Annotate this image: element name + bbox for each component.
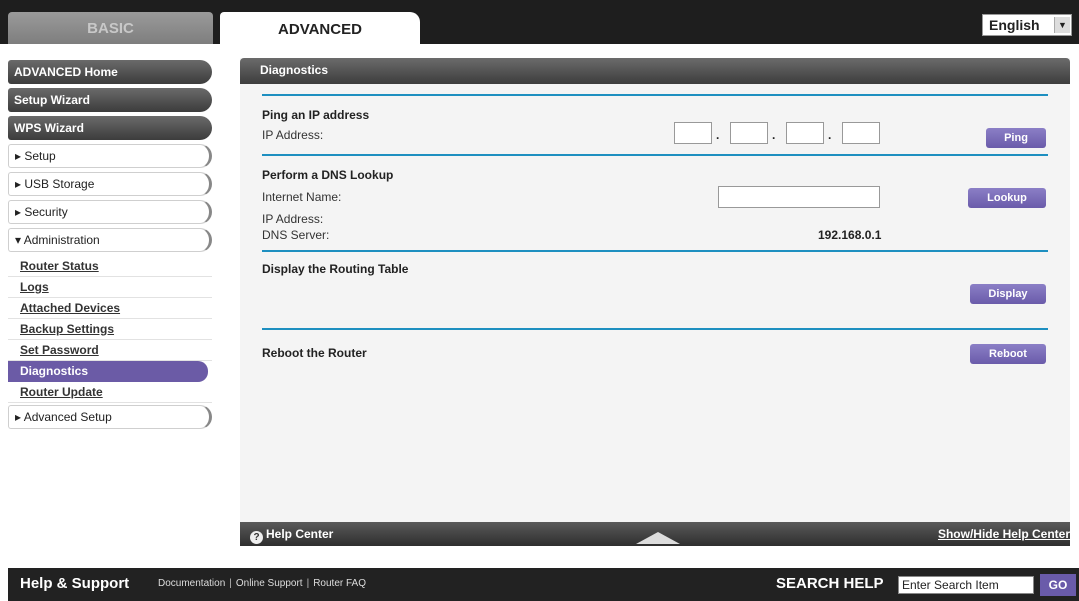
- ping-section-title: Ping an IP address: [262, 108, 370, 122]
- router-faq-link[interactable]: Router FAQ: [313, 578, 366, 589]
- dns-section-title: Perform a DNS Lookup: [262, 168, 394, 182]
- divider: [262, 94, 1048, 96]
- ping-ip-label: IP Address:: [262, 128, 324, 142]
- search-help-label: SEARCH HELP: [776, 575, 884, 592]
- sidebar-item-security[interactable]: ▸ Security: [8, 200, 212, 224]
- language-value: English: [989, 17, 1040, 33]
- help-center-bar: ? Help Center Show/Hide Help Center: [240, 522, 1070, 546]
- help-support-title: Help & Support: [20, 575, 130, 592]
- documentation-link[interactable]: Documentation: [158, 578, 225, 589]
- dns-server-label: DNS Server:: [262, 228, 330, 242]
- divider: [262, 328, 1048, 330]
- chevron-down-icon[interactable]: ▼: [1054, 17, 1070, 33]
- tab-basic[interactable]: BASIC: [8, 12, 213, 44]
- sidebar-item-setup[interactable]: ▸ Setup: [8, 144, 212, 168]
- dns-server-value: 192.168.0.1: [818, 228, 882, 242]
- footer-links: Documentation | Online Support | Router FAQ: [158, 578, 367, 589]
- sidebar-item-setup-wizard[interactable]: Setup Wizard: [8, 88, 212, 112]
- sidebar-item-backup-settings[interactable]: Backup Settings: [8, 319, 212, 340]
- diagnostics-panel: Diagnostics Ping an IP address IP Addres…: [240, 58, 1070, 546]
- sidebar: ADVANCED Home Setup Wizard WPS Wizard ▸ …: [8, 60, 212, 433]
- sidebar-item-wps-wizard[interactable]: WPS Wizard: [8, 116, 212, 140]
- sidebar-item-router-update[interactable]: Router Update: [8, 382, 212, 403]
- show-hide-help-center-link[interactable]: Show/Hide Help Center: [938, 522, 1070, 546]
- language-select[interactable]: English ▼: [982, 14, 1072, 36]
- sidebar-item-set-password[interactable]: Set Password: [8, 340, 212, 361]
- help-center-toggle[interactable]: ? Help Center: [250, 522, 333, 546]
- sidebar-item-attached-devices[interactable]: Attached Devices: [8, 298, 212, 319]
- tab-advanced[interactable]: ADVANCED: [220, 12, 420, 46]
- ip-octet-1-input[interactable]: [674, 122, 712, 144]
- ping-button[interactable]: Ping: [986, 128, 1046, 148]
- ip-octet-3-input[interactable]: [786, 122, 824, 144]
- panel-title: Diagnostics: [240, 58, 1070, 84]
- sidebar-item-router-status[interactable]: Router Status: [8, 256, 212, 277]
- internet-name-label: Internet Name:: [262, 190, 342, 204]
- search-input[interactable]: Enter Search Item: [898, 576, 1034, 594]
- display-button[interactable]: Display: [970, 284, 1046, 304]
- sidebar-item-advanced-setup[interactable]: ▸ Advanced Setup: [8, 405, 212, 429]
- ip-octet-2-input[interactable]: [730, 122, 768, 144]
- internet-name-input[interactable]: [718, 186, 880, 208]
- help-icon: ?: [250, 531, 263, 544]
- routing-section-title: Display the Routing Table: [262, 262, 409, 276]
- ip-dot: .: [772, 128, 776, 142]
- dns-ip-label: IP Address:: [262, 212, 324, 226]
- sidebar-item-logs[interactable]: Logs: [8, 277, 212, 298]
- footer: Help & Support Documentation | Online Supp…: [8, 568, 1079, 601]
- online-support-link[interactable]: Online Support: [236, 578, 303, 589]
- lookup-button[interactable]: Lookup: [968, 188, 1046, 208]
- sidebar-item-advanced-home[interactable]: ADVANCED Home: [8, 60, 212, 84]
- reboot-section-title: Reboot the Router: [262, 346, 367, 360]
- expand-arrow-icon[interactable]: [636, 532, 680, 544]
- go-button[interactable]: GO: [1040, 574, 1076, 596]
- administration-submenu: Router Status Logs Attached Devices Back…: [8, 256, 212, 403]
- reboot-button[interactable]: Reboot: [970, 344, 1046, 364]
- ip-octet-4-input[interactable]: [842, 122, 880, 144]
- top-bar: BASIC ADVANCED English ▼: [0, 0, 1079, 46]
- ip-dot: .: [716, 128, 720, 142]
- divider: [262, 250, 1048, 252]
- sidebar-item-usb-storage[interactable]: ▸ USB Storage: [8, 172, 212, 196]
- divider: [262, 154, 1048, 156]
- ip-dot: .: [828, 128, 832, 142]
- help-center-label: Help Center: [266, 527, 334, 541]
- sidebar-item-diagnostics[interactable]: Diagnostics: [8, 361, 208, 382]
- sidebar-item-administration[interactable]: ▾ Administration: [8, 228, 212, 252]
